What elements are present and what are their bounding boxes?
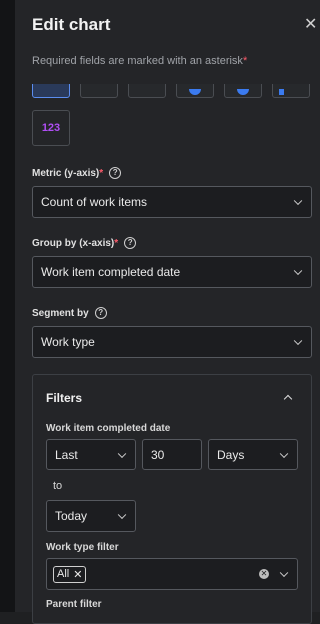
work-type-filter-select[interactable]: All ✕ ✕ [46, 558, 298, 590]
chart-type-pie-button[interactable] [176, 84, 214, 98]
clear-icon[interactable]: ✕ [259, 569, 269, 579]
filters-title: Filters [46, 391, 83, 405]
date-unit-value: Days [217, 447, 245, 462]
chart-type-number-button[interactable]: 123 [32, 110, 70, 146]
date-unit-select[interactable]: Days [208, 439, 298, 470]
chevron-down-icon [293, 336, 303, 346]
pie-chart-icon [189, 89, 201, 95]
chart-type-table-button[interactable] [272, 84, 310, 98]
donut-chart-icon [237, 89, 249, 95]
segment-by-label: Segment by ? [32, 307, 107, 319]
date-end-value: Today [55, 509, 88, 523]
date-amount-value: 30 [151, 447, 165, 462]
segment-by-select[interactable]: Work type [32, 326, 312, 358]
required-note: Required fields are marked with an aster… [32, 55, 247, 67]
date-range-value: Last [55, 447, 78, 462]
metric-help-icon[interactable]: ? [109, 167, 122, 179]
chart-type-line-button[interactable] [80, 84, 118, 98]
work-type-chip: All ✕ [53, 565, 87, 583]
group-by-help-icon[interactable]: ? [124, 237, 137, 249]
work-type-filter-label: Work type filter [46, 542, 119, 553]
date-end-select[interactable]: Today [46, 500, 136, 532]
segment-by-label-text: Segment by [32, 307, 89, 319]
chevron-down-icon [279, 568, 289, 578]
metric-required-star: * [99, 167, 104, 179]
table-chart-icon [279, 89, 284, 95]
work-type-chip-label: All [57, 568, 70, 580]
chart-type-area-button[interactable] [128, 84, 166, 98]
page-backdrop [0, 0, 15, 612]
chart-type-selector [32, 84, 320, 100]
to-label: to [53, 480, 63, 492]
chart-type-donut-button[interactable] [224, 84, 262, 98]
chevron-down-icon [293, 266, 303, 276]
completed-date-filter-label: Work item completed date [46, 423, 171, 434]
metric-select[interactable]: Count of work items [32, 186, 312, 218]
group-by-required-star: * [114, 237, 119, 249]
metric-label-text: Metric (y-axis) [32, 167, 100, 179]
segment-by-help-icon[interactable]: ? [94, 307, 107, 319]
chevron-down-icon [293, 196, 303, 206]
date-amount-input[interactable]: 30 [142, 439, 202, 470]
chevron-down-icon [117, 510, 127, 520]
chart-type-bar-button[interactable] [32, 84, 70, 98]
close-icon[interactable]: ✕ [304, 14, 317, 34]
group-by-label: Group by (x-axis) * ? [32, 237, 137, 249]
remove-chip-icon[interactable]: ✕ [73, 568, 82, 581]
group-by-value: Work item completed date [41, 265, 181, 279]
required-star: * [242, 55, 248, 67]
metric-value: Count of work items [41, 195, 148, 209]
chevron-down-icon [279, 449, 289, 458]
required-note-text: Required fields are marked with an aster… [32, 55, 243, 67]
date-range-select[interactable]: Last [46, 439, 136, 470]
parent-filter-label: Parent filter [46, 599, 102, 610]
segment-by-value: Work type [41, 335, 95, 349]
group-by-select[interactable]: Work item completed date [32, 256, 312, 288]
group-by-label-text: Group by (x-axis) [32, 237, 115, 249]
metric-label: Metric (y-axis) * ? [32, 167, 122, 179]
dialog-title: Edit chart [32, 15, 111, 34]
chevron-down-icon [117, 449, 127, 458]
